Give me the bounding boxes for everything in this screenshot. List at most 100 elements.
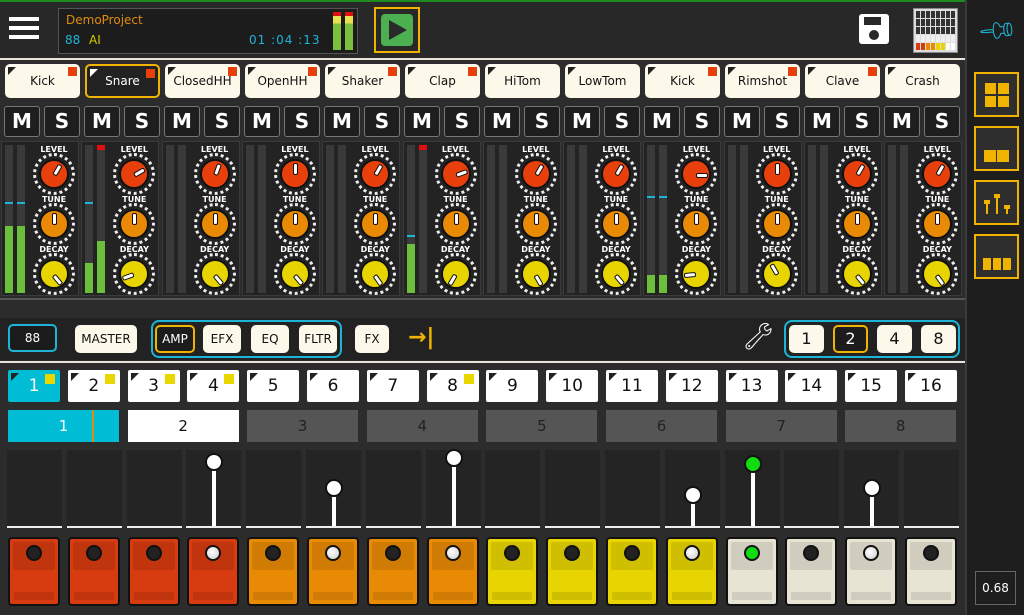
tune-knob[interactable] xyxy=(193,203,236,245)
solo-button[interactable]: S xyxy=(924,106,960,137)
step-button[interactable]: 14 xyxy=(785,370,838,402)
decay-knob[interactable] xyxy=(755,253,798,295)
layout-thumbnail-icon[interactable] xyxy=(913,8,958,53)
step-button[interactable]: 15 xyxy=(845,370,898,402)
amp-button[interactable]: AMP xyxy=(155,325,195,353)
step-button[interactable]: 4 xyxy=(187,370,240,402)
step-button[interactable]: 7 xyxy=(366,370,419,402)
wrench-icon[interactable]: 🔧︎ xyxy=(742,322,775,352)
decay-knob[interactable] xyxy=(916,253,959,295)
track-button[interactable]: Clap xyxy=(405,64,480,98)
velocity-slider[interactable] xyxy=(784,450,840,528)
drum-pad[interactable] xyxy=(486,537,539,606)
tune-knob[interactable] xyxy=(33,203,75,245)
step-button[interactable]: 12 xyxy=(665,370,718,402)
drum-pad[interactable] xyxy=(606,537,658,606)
drum-pad[interactable] xyxy=(8,537,60,606)
drum-pad[interactable] xyxy=(785,537,838,606)
solo-button[interactable]: S xyxy=(684,106,720,137)
level-knob[interactable] xyxy=(33,153,75,195)
pattern-button[interactable]: 2 xyxy=(127,410,239,442)
mute-button[interactable]: M xyxy=(644,106,680,137)
solo-button[interactable]: S xyxy=(364,106,400,137)
tune-knob[interactable] xyxy=(354,203,397,245)
track-button[interactable]: Shaker xyxy=(325,64,400,98)
drum-pad[interactable] xyxy=(307,537,359,606)
pattern-button[interactable]: 7 xyxy=(725,410,837,442)
solo-button[interactable]: S xyxy=(124,106,160,137)
level-knob[interactable] xyxy=(675,153,718,195)
decay-knob[interactable] xyxy=(434,253,477,295)
velocity-slider[interactable] xyxy=(66,450,122,528)
track-button[interactable]: Kick xyxy=(5,64,80,98)
tune-knob[interactable] xyxy=(273,203,316,245)
pattern-button[interactable]: 1 xyxy=(8,410,119,442)
mute-button[interactable]: M xyxy=(804,106,840,137)
fltr-button[interactable]: FLTR xyxy=(299,325,337,353)
mute-button[interactable]: M xyxy=(884,106,920,137)
track-button[interactable]: OpenHH xyxy=(245,64,320,98)
level-knob[interactable] xyxy=(755,153,798,195)
drum-pad[interactable] xyxy=(426,537,479,606)
level-knob[interactable] xyxy=(434,153,477,195)
level-knob[interactable] xyxy=(514,153,557,195)
tune-knob[interactable] xyxy=(113,203,156,245)
drum-pad[interactable] xyxy=(845,537,898,606)
drum-pad[interactable] xyxy=(725,537,778,606)
decay-knob[interactable] xyxy=(33,253,75,295)
decay-knob[interactable] xyxy=(354,253,397,295)
decay-knob[interactable] xyxy=(514,253,557,295)
track-button[interactable]: Crash xyxy=(885,64,960,98)
tune-knob[interactable] xyxy=(514,203,557,245)
solo-button[interactable]: S xyxy=(444,106,480,137)
decay-knob[interactable] xyxy=(113,253,156,295)
jump-to-end-icon[interactable]: →| xyxy=(408,326,434,350)
velocity-slider[interactable] xyxy=(126,450,182,528)
track-button[interactable]: Rimshot xyxy=(725,64,800,98)
velocity-handle[interactable] xyxy=(325,479,343,498)
solo-button[interactable]: S xyxy=(524,106,560,137)
save-icon[interactable] xyxy=(859,14,889,44)
drum-pad[interactable] xyxy=(905,537,957,606)
solo-button[interactable]: S xyxy=(604,106,640,137)
step-button[interactable]: 9 xyxy=(486,370,539,402)
velocity-slider[interactable] xyxy=(724,450,780,528)
drum-pad[interactable] xyxy=(665,537,718,606)
pattern-view-button[interactable] xyxy=(974,126,1019,171)
velocity-handle[interactable] xyxy=(444,448,463,467)
scale-button-2[interactable]: 2 xyxy=(833,325,868,353)
pattern-button[interactable]: 5 xyxy=(486,410,598,442)
mute-button[interactable]: M xyxy=(84,106,120,137)
level-knob[interactable] xyxy=(836,153,878,195)
decay-knob[interactable] xyxy=(193,253,236,295)
level-knob[interactable] xyxy=(113,153,156,195)
tune-knob[interactable] xyxy=(836,203,878,245)
velocity-slider[interactable] xyxy=(485,450,541,528)
decay-knob[interactable] xyxy=(675,253,718,295)
solo-button[interactable]: S xyxy=(44,106,80,137)
velocity-slider[interactable] xyxy=(545,450,601,528)
decay-knob[interactable] xyxy=(595,253,638,295)
mute-button[interactable]: M xyxy=(404,106,440,137)
mute-button[interactable]: M xyxy=(724,106,760,137)
drum-pad[interactable] xyxy=(366,537,419,606)
mute-button[interactable]: M xyxy=(484,106,520,137)
mute-button[interactable]: M xyxy=(164,106,200,137)
solo-button[interactable]: S xyxy=(844,106,880,137)
grid-view-button[interactable] xyxy=(974,72,1019,117)
tune-knob[interactable] xyxy=(675,203,718,245)
drum-pad[interactable] xyxy=(187,537,240,606)
track-button[interactable]: Clave xyxy=(805,64,880,98)
step-button[interactable]: 8 xyxy=(426,370,479,402)
scale-button-4[interactable]: 4 xyxy=(877,325,912,353)
velocity-slider[interactable] xyxy=(425,448,481,528)
eq-button[interactable]: EQ xyxy=(251,325,289,353)
tune-knob[interactable] xyxy=(916,203,959,245)
velocity-slider[interactable] xyxy=(605,450,660,528)
velocity-handle[interactable] xyxy=(205,452,224,471)
master-button[interactable]: MASTER xyxy=(75,325,137,353)
velocity-handle[interactable] xyxy=(863,479,882,498)
velocity-slider[interactable] xyxy=(186,450,242,528)
step-button[interactable]: 16 xyxy=(905,370,957,402)
pin-icon[interactable]: 📌︎ xyxy=(975,9,1020,53)
